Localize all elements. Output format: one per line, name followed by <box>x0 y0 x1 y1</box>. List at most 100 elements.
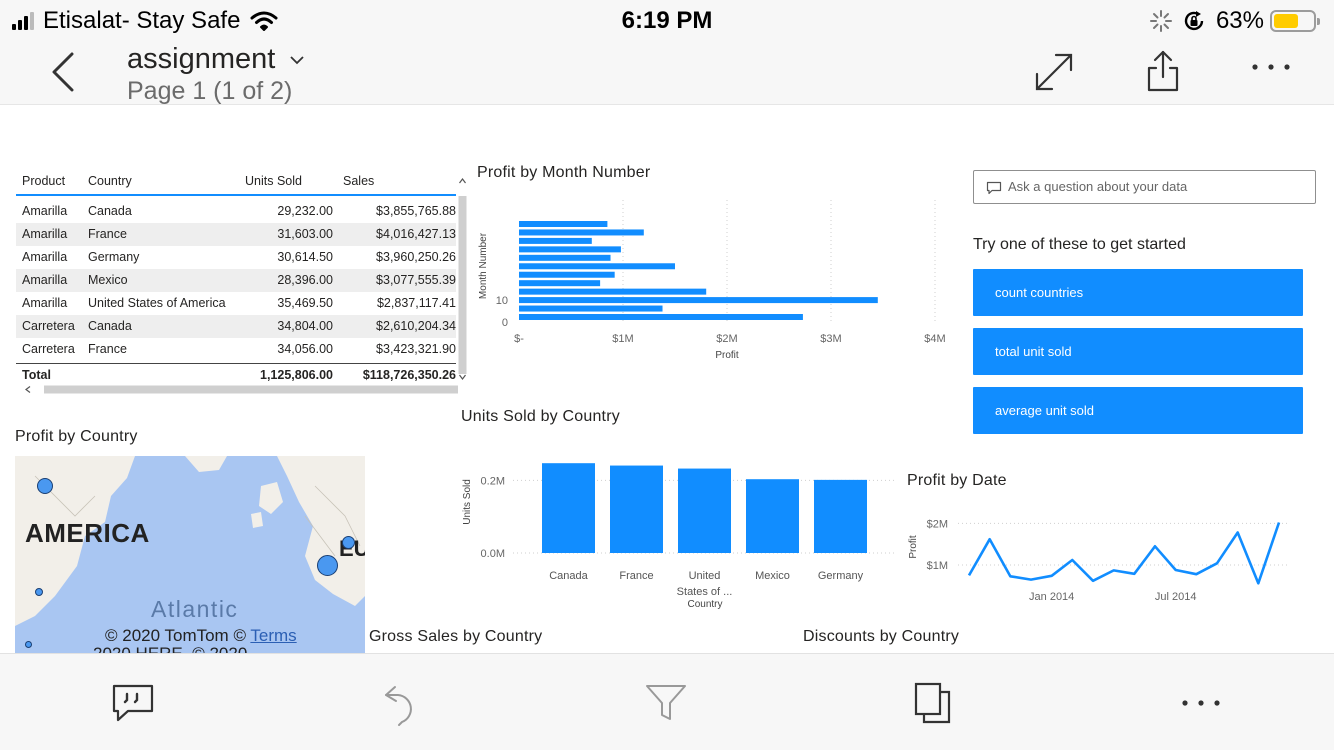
table-vertical-scrollbar[interactable] <box>458 172 467 387</box>
units-sold-by-country-chart[interactable]: Units Sold Country 0.0M 0.2M Canada France U… <box>455 450 900 615</box>
table-total-row: Total 1,125,806.00 $118,726,350.26 <box>16 363 456 386</box>
table-row[interactable]: Amarilla Mexico 28,396.00 $3,077,555.39 <box>16 269 456 292</box>
table-cell: 30,614.50 <box>277 250 333 264</box>
map-attribution-line2: 2020 HERE, © 2020 <box>93 644 247 653</box>
y-tick-label: $1M <box>927 560 948 572</box>
map-bubble[interactable] <box>35 588 43 596</box>
qna-suggestion-button[interactable]: count countries <box>973 269 1303 316</box>
y-axis-label: Month Number <box>478 232 489 299</box>
orientation-lock-icon <box>1184 11 1204 31</box>
y-tick-label: 0 <box>502 317 508 329</box>
table-cell: 28,396.00 <box>277 273 333 287</box>
table-row[interactable]: Amarilla United States of America 35,469… <box>16 292 456 315</box>
title-dropdown-chevron-icon[interactable] <box>289 54 305 66</box>
map-title: Profit by Country <box>15 428 138 445</box>
scroll-thumb[interactable] <box>44 385 458 394</box>
table-row[interactable]: Amarilla France 31,603.00 $4,016,427.13 <box>16 223 456 246</box>
status-right: 63% <box>1149 7 1320 35</box>
table-cell: 34,804.00 <box>277 319 333 333</box>
units-chart-title: Units Sold by Country <box>461 408 620 425</box>
map-terms-link[interactable]: Terms <box>250 626 296 645</box>
x-tick-label: Canada <box>549 570 588 582</box>
qna-placeholder: Ask a question about your data <box>1008 179 1188 194</box>
report-title[interactable]: assignment <box>127 43 305 76</box>
filter-icon[interactable] <box>645 683 687 723</box>
bar-month-1 <box>519 221 608 227</box>
x-axis-label: Profit <box>715 350 739 361</box>
x-tick-label: $- <box>514 333 524 345</box>
x-tick-label: States of ... <box>677 586 733 598</box>
report-title-text[interactable]: assignment <box>127 43 275 75</box>
x-tick-label: $2M <box>716 333 737 345</box>
table-cell: $4,016,427.13 <box>376 227 456 241</box>
undo-icon[interactable] <box>382 683 418 727</box>
qna-hint: Try one of these to get started <box>973 236 1186 253</box>
more-options-icon[interactable] <box>1180 698 1222 708</box>
bar-month-3 <box>519 237 592 244</box>
scroll-thumb[interactable] <box>458 196 467 374</box>
brightness-icon <box>1149 10 1172 32</box>
bar-month-4 <box>519 246 621 253</box>
profit-series-line <box>967 522 1281 585</box>
map-bubble[interactable] <box>25 641 32 648</box>
battery-icon <box>1270 10 1320 32</box>
status-bar: Etisalat- Stay Safe 6:19 PM 63% <box>0 0 1334 40</box>
table-cell: Amarilla <box>22 204 68 218</box>
total-label: Total <box>22 368 51 382</box>
x-tick-label: Jan 2014 <box>1029 591 1074 603</box>
profit-by-date-chart[interactable]: Profit $1M $2M Jan 2014 Jul 2014 <box>900 505 1295 610</box>
x-tick-label: Mexico <box>755 570 790 582</box>
x-tick-label: United <box>689 570 721 582</box>
map-bubble[interactable] <box>37 478 53 494</box>
more-options-icon[interactable] <box>1250 62 1292 72</box>
page-indicator: Page 1 (1 of 2) <box>127 77 293 105</box>
column-header[interactable]: Country <box>88 168 132 194</box>
table-row[interactable]: Carretera France 34,056.00 $3,423,321.90 <box>16 338 456 361</box>
comments-icon[interactable] <box>112 683 154 723</box>
profit-map[interactable]: AMERICA Atlantic EU © 2020 TomTom © Term… <box>15 456 365 653</box>
column-header[interactable]: Units Sold <box>245 168 302 194</box>
x-tick-label: $4M <box>924 333 945 345</box>
battery-percent: 63% <box>1215 7 1264 34</box>
table-cell: Amarilla <box>22 250 68 264</box>
table-cell: Canada <box>88 319 132 333</box>
bar-mexico <box>746 479 799 553</box>
scroll-up-arrow-icon[interactable] <box>459 178 466 184</box>
x-axis-label: Country <box>687 599 722 610</box>
map-attribution-text: © 2020 TomTom © <box>105 626 246 645</box>
table-cell: 29,232.00 <box>277 204 333 218</box>
map-bubble[interactable] <box>342 536 355 549</box>
back-chevron-icon[interactable] <box>48 52 78 92</box>
scroll-down-arrow-icon[interactable] <box>459 374 466 380</box>
bar-germany <box>814 479 867 553</box>
column-header[interactable]: Sales <box>343 168 374 194</box>
qna-suggestion-button[interactable]: total unit sold <box>973 328 1303 375</box>
table-cell: Canada <box>88 204 132 218</box>
bar-france <box>610 465 663 553</box>
clock: 6:19 PM <box>621 7 713 34</box>
qna-suggestion-button[interactable]: average unit sold <box>973 387 1303 434</box>
gross-sales-chart-title: Gross Sales by Country <box>369 628 543 645</box>
map-land-shapes <box>15 456 365 626</box>
table-cell: Germany <box>88 250 140 264</box>
scroll-left-arrow-icon[interactable] <box>25 386 31 393</box>
expand-icon[interactable] <box>1032 50 1076 94</box>
bar-month-8 <box>519 280 601 287</box>
month-chart-title: Profit by Month Number <box>477 164 651 181</box>
y-axis-label: Profit <box>908 535 919 559</box>
table-cell: 34,056.00 <box>277 342 333 356</box>
table-row[interactable]: Carretera Canada 34,804.00 $2,610,204.34 <box>16 315 456 338</box>
table-row[interactable]: Amarilla Germany 30,614.50 $3,960,250.26 <box>16 246 456 269</box>
profit-by-month-chart[interactable]: Month Number Profit $- $1M $2M $3M $4M 0 10 <box>470 190 950 365</box>
column-header[interactable]: Product <box>22 168 65 194</box>
map-label-atlantic: Atlantic <box>151 596 239 622</box>
map-bubble[interactable] <box>317 555 338 576</box>
table-row[interactable]: Amarilla Canada 29,232.00 $3,855,765.88 <box>16 200 456 223</box>
table-horizontal-scrollbar[interactable] <box>16 385 466 394</box>
qna-question-input[interactable]: Ask a question about your data <box>973 170 1316 204</box>
map-label-america: AMERICA <box>25 518 150 548</box>
share-icon[interactable] <box>1145 48 1181 94</box>
table-cell: Amarilla <box>22 296 68 310</box>
table-cell: Carretera <box>22 342 75 356</box>
pages-icon[interactable] <box>913 681 953 725</box>
